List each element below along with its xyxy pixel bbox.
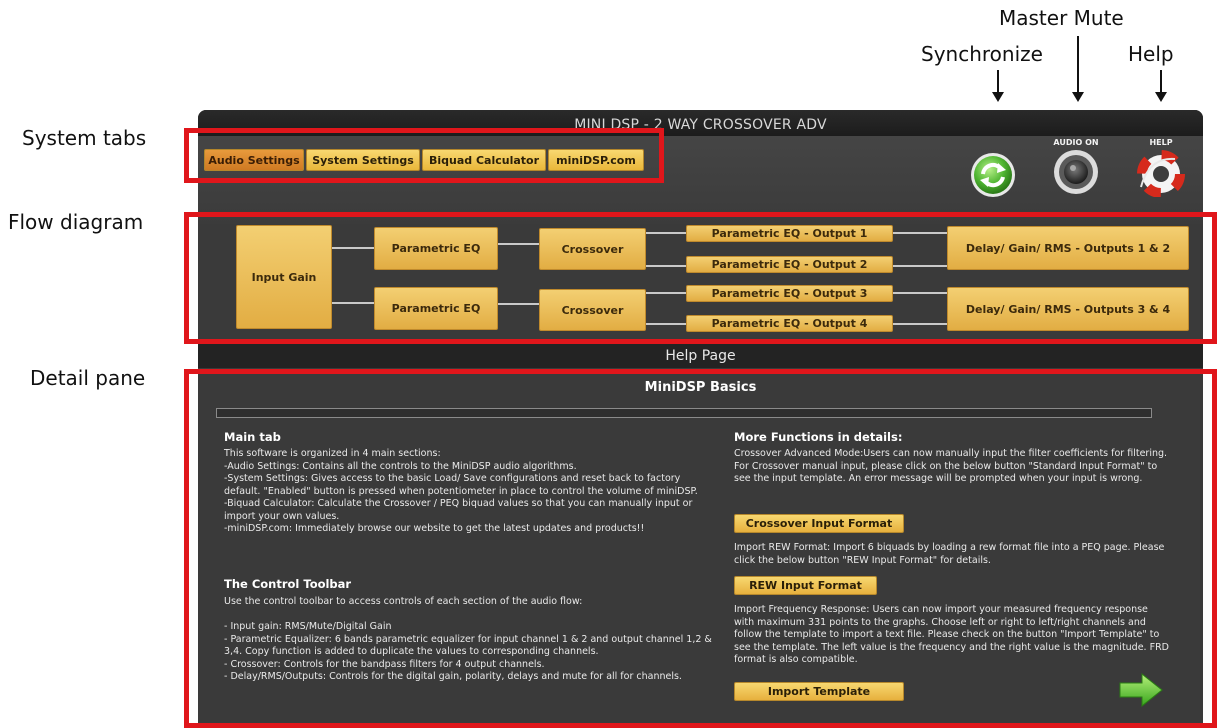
audio-on-label: AUDIO ON bbox=[1053, 138, 1099, 147]
sync-button[interactable] bbox=[966, 150, 1020, 200]
master-mute-arrow bbox=[1072, 36, 1084, 102]
flow-diagram-highlight bbox=[184, 212, 1217, 344]
help-button[interactable]: HELP bbox=[1132, 138, 1190, 200]
help-arrow bbox=[1155, 70, 1167, 102]
lifebuoy-icon bbox=[1137, 150, 1185, 198]
help-page-bar: Help Page bbox=[198, 344, 1203, 368]
speaker-icon bbox=[1054, 150, 1098, 194]
annotation-synchronize: Synchronize bbox=[921, 42, 1043, 66]
annotation-detail-pane: Detail pane bbox=[30, 366, 146, 390]
annotation-flow-diagram: Flow diagram bbox=[8, 210, 144, 234]
annotation-master-mute: Master Mute bbox=[999, 6, 1124, 30]
detail-pane-highlight bbox=[184, 369, 1217, 728]
system-tabs-highlight bbox=[184, 128, 664, 183]
annotation-system-tabs: System tabs bbox=[22, 126, 147, 150]
synchronize-arrow bbox=[992, 70, 1004, 102]
master-mute-button[interactable]: AUDIO ON bbox=[1048, 138, 1104, 200]
help-label: HELP bbox=[1149, 138, 1173, 147]
annotation-help: Help bbox=[1128, 42, 1174, 66]
sync-icon bbox=[971, 153, 1015, 197]
